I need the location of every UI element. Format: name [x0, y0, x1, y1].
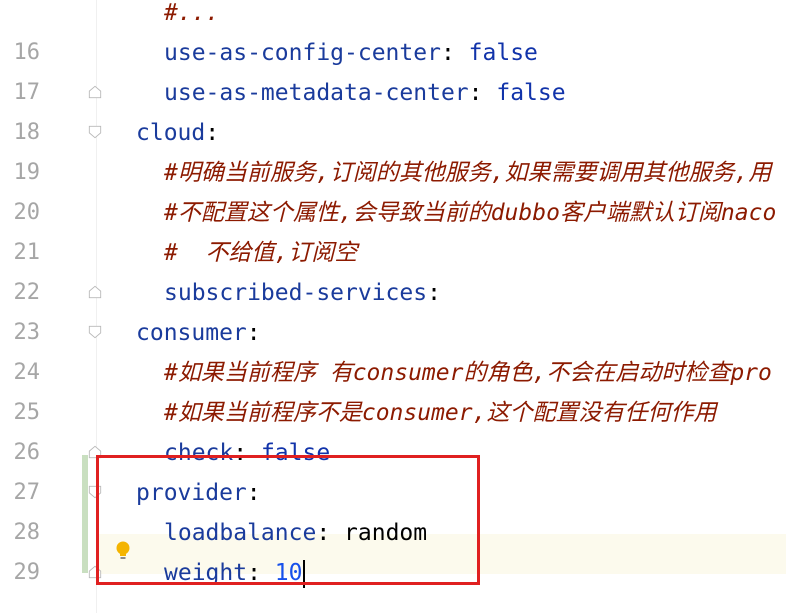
- code-line[interactable]: 25 #如果当前程序不是consumer,这个配置没有任何作用: [0, 393, 786, 433]
- fold-marker-icon[interactable]: [88, 325, 102, 339]
- code-text[interactable]: #如果当前程序 有consumer的角色,不会在启动时检查pro: [164, 353, 772, 393]
- code-token: false: [496, 80, 566, 106]
- line-number: 24: [13, 360, 41, 385]
- code-token: false: [468, 40, 538, 66]
- code-line[interactable]: 20 #不配置这个属性,会导致当前的dubbo客户端默认订阅naco: [0, 193, 786, 233]
- code-text[interactable]: consumer:: [136, 313, 261, 353]
- fold-marker-icon[interactable]: [88, 285, 102, 299]
- line-number: 20: [13, 200, 41, 225]
- code-token: #如果当前程序 有consumer的角色,不会在启动时检查pro: [164, 360, 772, 386]
- line-number: 19: [13, 160, 41, 185]
- code-text[interactable]: #明确当前服务,订阅的其他服务,如果需要调用其他服务,用: [164, 153, 771, 193]
- code-text[interactable]: # 不给值,订阅空: [164, 233, 357, 273]
- annotation-highlight-box: [96, 455, 480, 585]
- lightbulb-icon[interactable]: [115, 540, 131, 562]
- fold-marker-icon[interactable]: [88, 125, 102, 139]
- line-number: 26: [13, 440, 41, 465]
- code-token: :: [468, 80, 497, 106]
- code-text[interactable]: #不配置这个属性,会导致当前的dubbo客户端默认订阅naco: [164, 193, 776, 233]
- code-token: :: [205, 120, 220, 146]
- code-token: :: [440, 40, 469, 66]
- line-number: 23: [13, 320, 41, 345]
- code-text[interactable]: use-as-config-center: false: [164, 33, 538, 73]
- code-line[interactable]: #...: [0, 0, 786, 33]
- line-number: 27: [13, 480, 41, 505]
- code-text[interactable]: #如果当前程序不是consumer,这个配置没有任何作用: [164, 393, 716, 433]
- code-token: use-as-config-center: [164, 40, 441, 66]
- code-token: cloud: [136, 120, 206, 146]
- line-number: 17: [13, 80, 41, 105]
- line-number: 21: [13, 240, 41, 265]
- code-token: ...: [177, 0, 220, 26]
- code-token: #如果当前程序不是consumer,这个配置没有任何作用: [164, 400, 717, 426]
- code-token: subscribed-services: [164, 280, 428, 306]
- code-token: consumer: [136, 320, 247, 346]
- code-line[interactable]: 21 # 不给值,订阅空: [0, 233, 786, 273]
- code-line[interactable]: 18 cloud:: [0, 113, 786, 153]
- code-token: #明确当前服务,订阅的其他服务,如果需要调用其他服务,用: [164, 160, 772, 186]
- line-number: 22: [13, 280, 41, 305]
- code-line[interactable]: 23 consumer:: [0, 313, 786, 353]
- code-token: :: [246, 320, 261, 346]
- code-text[interactable]: subscribed-services:: [164, 273, 441, 313]
- code-text[interactable]: use-as-metadata-center: false: [164, 73, 566, 113]
- line-number: 29: [13, 560, 41, 585]
- line-number: 18: [13, 120, 41, 145]
- fold-marker-icon[interactable]: [88, 85, 102, 99]
- line-number: 16: [13, 40, 41, 65]
- code-line[interactable]: 16 use-as-config-center: false: [0, 33, 786, 73]
- code-text[interactable]: #...: [164, 0, 219, 33]
- line-number: 25: [13, 400, 41, 425]
- code-token: use-as-metadata-center: [164, 80, 469, 106]
- code-token: # 不给值,订阅空: [164, 240, 358, 266]
- code-token: :: [427, 280, 441, 306]
- line-number: 28: [13, 520, 41, 545]
- code-line[interactable]: 19 #明确当前服务,订阅的其他服务,如果需要调用其他服务,用: [0, 153, 786, 193]
- code-line[interactable]: 24 #如果当前程序 有consumer的角色,不会在启动时检查pro: [0, 353, 786, 393]
- code-token: #: [164, 0, 178, 26]
- code-text[interactable]: cloud:: [136, 113, 219, 153]
- code-token: #不配置这个属性,会导致当前的dubbo客户端默认订阅naco: [164, 200, 777, 226]
- code-line[interactable]: 22 subscribed-services:: [0, 273, 786, 313]
- code-line[interactable]: 17 use-as-metadata-center: false: [0, 73, 786, 113]
